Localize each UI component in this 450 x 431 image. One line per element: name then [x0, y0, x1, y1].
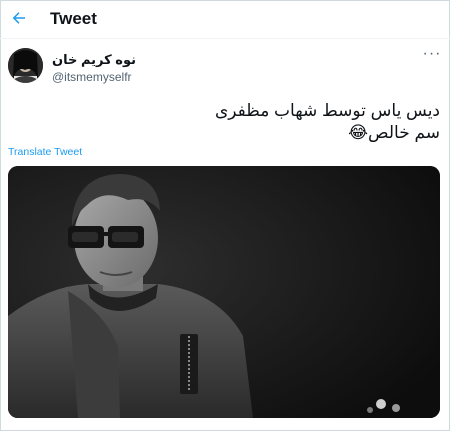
tweet-header: Tweet [0, 0, 450, 39]
tweet-video[interactable] [8, 166, 440, 418]
more-options-button[interactable]: ··· [422, 45, 442, 64]
tweet-text-line: سم خالص😂 [348, 123, 440, 142]
arrow-left-icon [12, 12, 25, 24]
translate-tweet-link[interactable]: Translate Tweet [8, 146, 82, 158]
more-dots-icon: ··· [422, 45, 442, 62]
page-title: Tweet [50, 9, 97, 28]
author-handle[interactable]: @itsmemyselfr [52, 70, 132, 84]
avatar[interactable] [8, 48, 43, 83]
tweet-text-line: دیس یاس توسط شهاب مظفری [214, 101, 440, 120]
video-frame-image [8, 166, 440, 418]
back-button[interactable] [8, 7, 30, 29]
tweet-text: دیس یاس توسط شهاب مظفری سم خالص😂 [140, 100, 440, 144]
author-display-name[interactable]: نوه کریم خان [52, 52, 136, 68]
